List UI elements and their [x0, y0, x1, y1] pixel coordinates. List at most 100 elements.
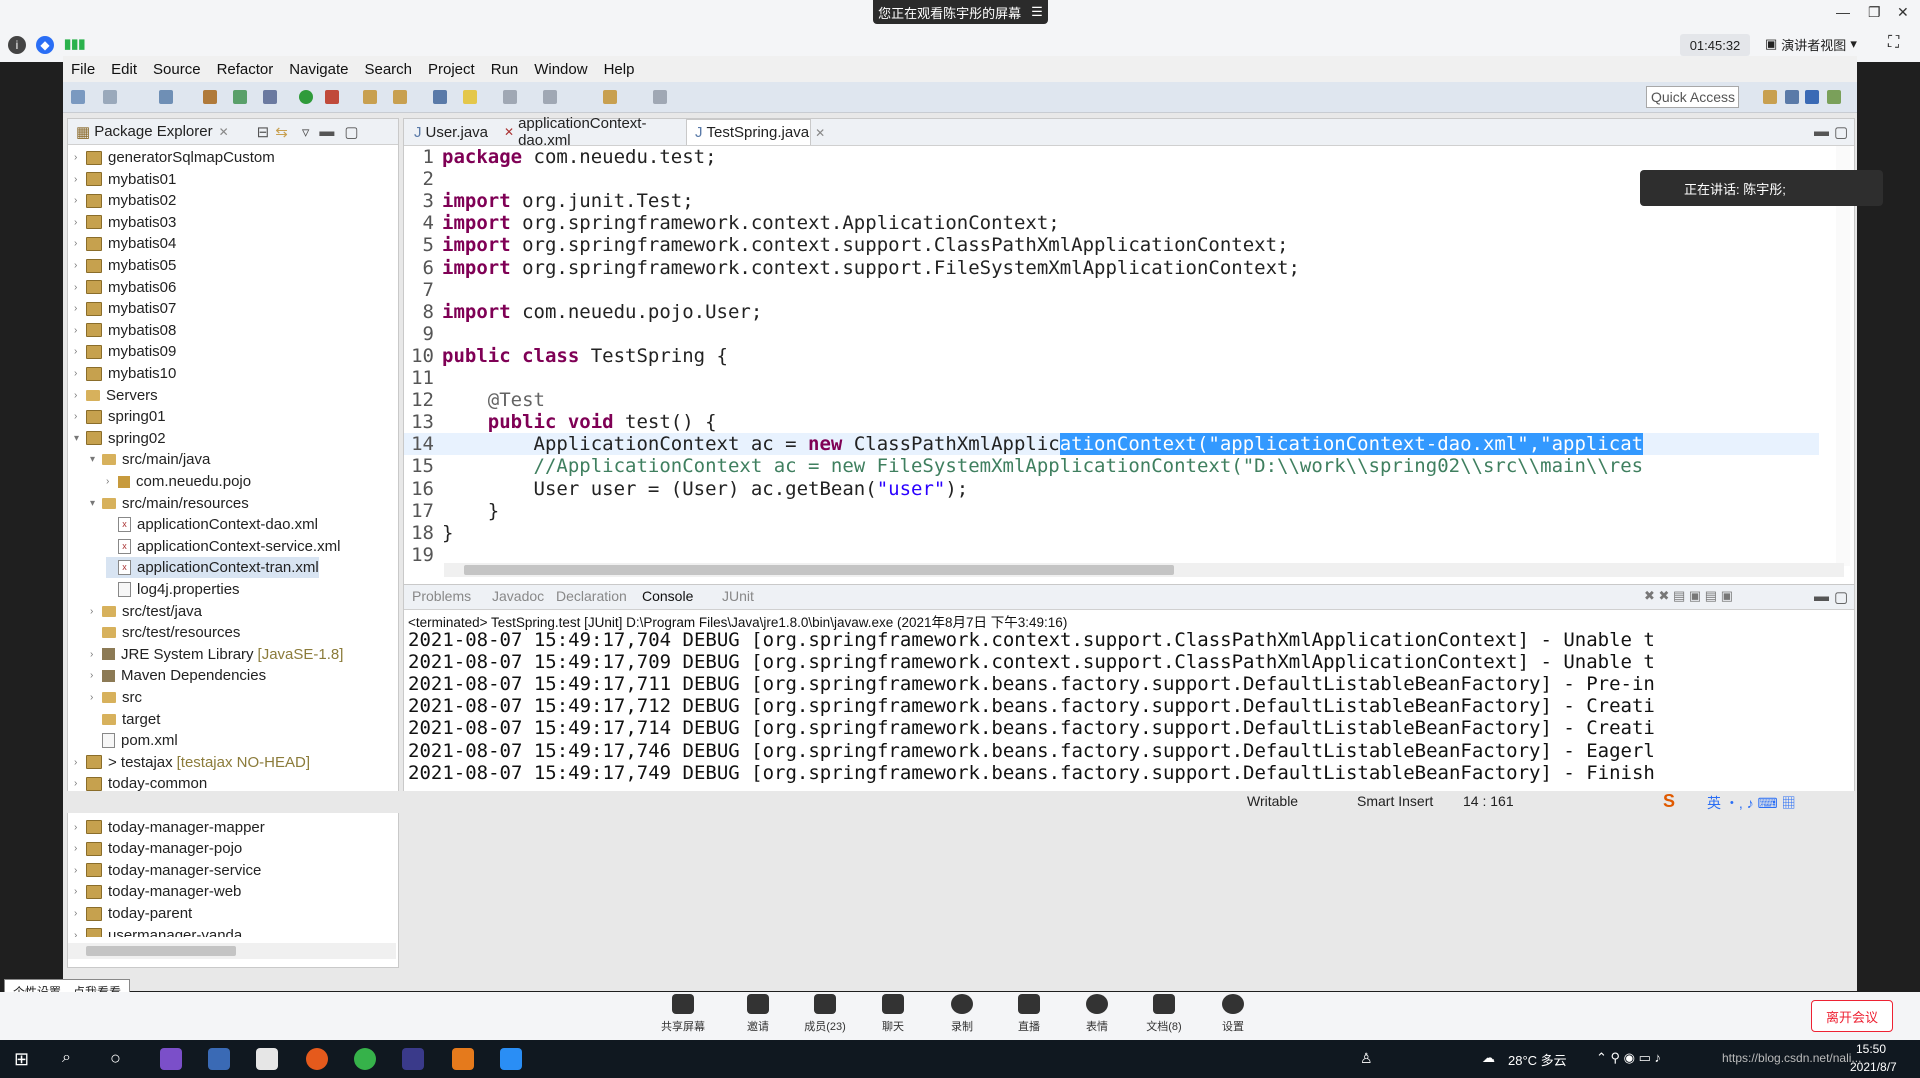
code-line[interactable]: 1 package com.neuedu.test;	[404, 146, 1819, 168]
tab-user-java[interactable]: J User.java	[406, 119, 494, 145]
tree-item[interactable]: › > testajax [testajax NO-HEAD]	[74, 752, 310, 773]
scrollbar-thumb[interactable]	[464, 565, 1174, 575]
tree-item[interactable]: src/test/resources	[90, 622, 240, 643]
tree-item[interactable]: ▾ src/main/java	[90, 449, 210, 470]
minimize-icon[interactable]: ▬	[1814, 588, 1829, 605]
tree-item[interactable]: › today-manager-mapper	[74, 817, 265, 838]
maximize-icon[interactable]: ▢	[1834, 123, 1848, 141]
chat-button[interactable]: 聊天	[863, 994, 923, 1038]
tab-testspring-java[interactable]: J TestSpring.java ✕	[686, 119, 825, 145]
debug-icon[interactable]	[263, 90, 277, 104]
chevron-right-icon[interactable]: ›	[74, 411, 86, 422]
settings-button[interactable]: 设置	[1203, 994, 1263, 1038]
maximize-icon[interactable]: ▢	[1834, 588, 1848, 606]
chevron-right-icon[interactable]: ›	[74, 865, 86, 876]
windows-start-icon[interactable]: ⊞	[14, 1049, 29, 1070]
chevron-right-icon[interactable]: ›	[90, 606, 102, 617]
toggle-mark-icon[interactable]	[463, 90, 477, 104]
visual-studio-icon[interactable]	[160, 1048, 182, 1070]
code-line[interactable]: 14 ApplicationContext ac = new ClassPath…	[404, 433, 1819, 456]
tree-item[interactable]: pom.xml	[90, 730, 178, 751]
open-folder-icon[interactable]	[393, 90, 407, 104]
presenter-view-button[interactable]: ▣ 演讲者视图 ▾	[1765, 32, 1869, 56]
code-line[interactable]: 8 import com.neuedu.pojo.User;	[404, 301, 1819, 323]
record-button[interactable]: 录制	[932, 994, 992, 1038]
tree-item[interactable]: › mybatis08	[74, 320, 176, 341]
ime-status-icons[interactable]: 英 ・, ♪ ⌨ ▦	[1707, 793, 1796, 813]
menu-search[interactable]: Search	[356, 61, 420, 78]
format-icon[interactable]	[543, 90, 557, 104]
tab-javadoc[interactable]: Javadoc	[492, 588, 544, 604]
chevron-right-icon[interactable]: ›	[106, 476, 118, 487]
chevron-right-icon[interactable]: ›	[74, 908, 86, 919]
open-type-icon[interactable]	[363, 90, 377, 104]
search-icon[interactable]: ⌕	[62, 1049, 71, 1067]
package-explorer-tab[interactable]: ▦ Package Explorer ✕ ⊟ ⇆ ▿ ▬ ▢	[68, 119, 398, 145]
search-icon[interactable]	[433, 90, 447, 104]
tab-console[interactable]: Console	[642, 588, 693, 604]
java-perspective-icon[interactable]	[1805, 90, 1819, 104]
editor-horizontal-scrollbar[interactable]	[444, 563, 1844, 577]
chevron-right-icon[interactable]: ›	[74, 390, 86, 401]
chevron-right-icon[interactable]: ›	[74, 325, 86, 336]
menu-help[interactable]: Help	[596, 61, 643, 78]
menu-icon[interactable]: ☰	[1031, 4, 1043, 20]
tree-item[interactable]: ▾ src/main/resources	[90, 493, 249, 514]
chevron-right-icon[interactable]: ›	[90, 670, 102, 681]
run-icon[interactable]	[299, 90, 313, 104]
code-line[interactable]: 11	[404, 367, 1819, 389]
maximize-icon[interactable]: ▢	[344, 123, 358, 141]
members-button[interactable]: 成员(23)	[795, 994, 855, 1038]
tab-junit[interactable]: JUnit	[722, 588, 754, 604]
documents-button[interactable]: 文档(8)	[1134, 994, 1194, 1038]
wechat-icon[interactable]	[354, 1048, 376, 1070]
code-line[interactable]: 4 import org.springframework.context.Appl…	[404, 212, 1819, 234]
tree-horizontal-scrollbar[interactable]	[68, 943, 396, 959]
tree-item[interactable]: target	[90, 709, 160, 730]
tree-item[interactable]: › mybatis05	[74, 255, 176, 276]
chevron-right-icon[interactable]: ›	[74, 217, 86, 228]
scrollbar-thumb[interactable]	[86, 946, 236, 956]
menu-source[interactable]: Source	[145, 61, 209, 78]
user-icon[interactable]: ♙	[1360, 1050, 1373, 1067]
tree-item[interactable]: › mybatis03	[74, 212, 176, 233]
tree-item[interactable]: ▾ spring02	[74, 428, 166, 449]
tree-item[interactable]: log4j.properties	[106, 579, 240, 600]
tree-item[interactable]: › mybatis07	[74, 298, 176, 319]
back-icon[interactable]	[603, 90, 617, 104]
chevron-right-icon[interactable]: ›	[74, 174, 86, 185]
meeting-app-icon[interactable]	[500, 1048, 522, 1070]
tree-item[interactable]: › mybatis02	[74, 190, 176, 211]
clock-time[interactable]: 15:50	[1856, 1042, 1886, 1056]
tree-item[interactable]: › mybatis09	[74, 341, 176, 362]
menu-window[interactable]: Window	[526, 61, 595, 78]
new-icon[interactable]	[71, 90, 85, 104]
code-line[interactable]: 15 //ApplicationContext ac = new FileSys…	[404, 455, 1819, 477]
menu-file[interactable]: File	[63, 61, 103, 78]
java-ee-perspective-icon[interactable]	[1785, 90, 1799, 104]
chevron-right-icon[interactable]: ›	[74, 346, 86, 357]
code-line[interactable]: 9	[404, 323, 1819, 345]
eclipse-icon[interactable]	[402, 1048, 424, 1070]
code-line[interactable]: 13 public void test() {	[404, 411, 1819, 433]
tree-item[interactable]: › today-manager-pojo	[74, 838, 242, 859]
annotation-nav-icon[interactable]	[503, 90, 517, 104]
share-screen-button[interactable]: 共享屏幕	[653, 994, 713, 1038]
chevron-right-icon[interactable]: ›	[74, 368, 86, 379]
code-line[interactable]: 7	[404, 279, 1819, 301]
collapse-all-icon[interactable]: ⊟	[257, 123, 270, 141]
tab-problems[interactable]: Problems	[412, 588, 471, 604]
tab-applicationcontext-dao-xml[interactable]: ✕ applicationContext-dao.xml	[496, 115, 686, 149]
tree-item[interactable]: › mybatis10	[74, 363, 176, 384]
code-area[interactable]: 1 package com.neuedu.test; 2 3 import org.ju…	[404, 146, 1834, 566]
minimize-icon[interactable]: ▬	[1814, 123, 1829, 140]
chevron-right-icon[interactable]: ›	[90, 649, 102, 660]
print-icon[interactable]	[159, 90, 173, 104]
chevron-right-icon[interactable]: ›	[74, 778, 86, 789]
view-menu-icon[interactable]: ▿	[302, 123, 310, 141]
code-line[interactable]: 17 }	[404, 500, 1819, 522]
close-icon[interactable]: ✕	[219, 125, 229, 139]
invite-button[interactable]: 邀请	[728, 994, 788, 1038]
forward-icon[interactable]	[653, 90, 667, 104]
weather-text[interactable]: 28°C 多云	[1508, 1050, 1567, 1069]
